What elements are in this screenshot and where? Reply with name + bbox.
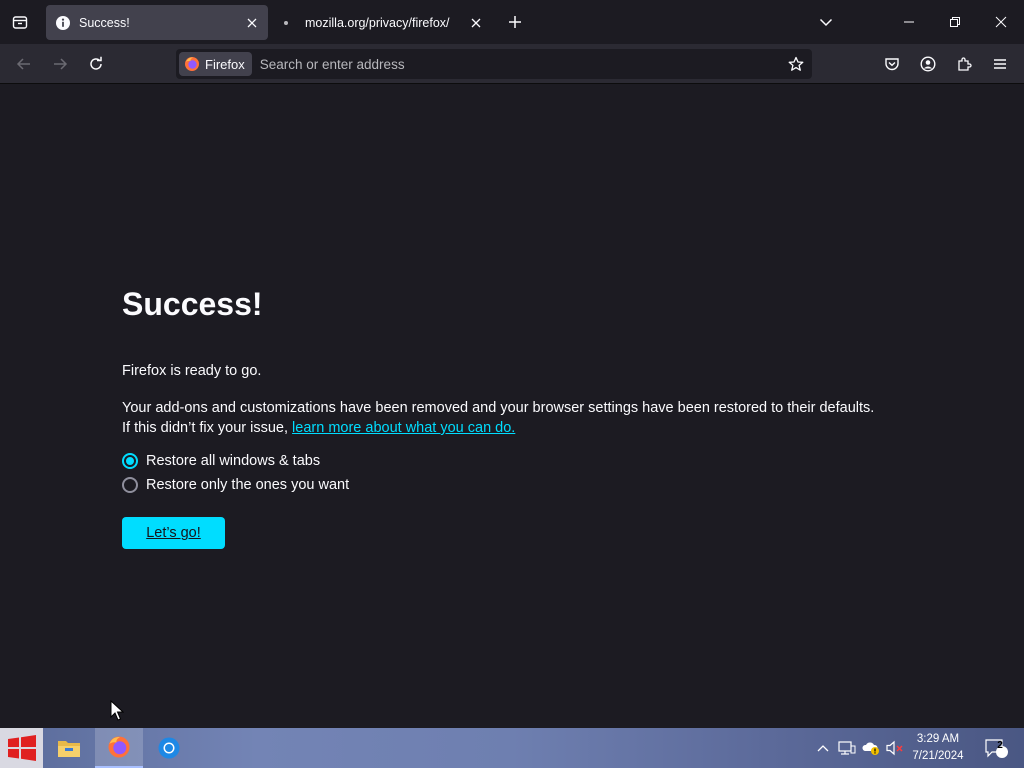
forward-button[interactable] bbox=[46, 50, 74, 78]
cloud-warning-icon bbox=[862, 742, 879, 755]
close-icon bbox=[995, 16, 1007, 28]
lets-go-label: Let’s go! bbox=[146, 525, 201, 541]
tab-strip: Success! mozilla.org/privacy/firefox/ bbox=[0, 0, 1024, 44]
firefox-taskbar-button[interactable] bbox=[95, 728, 143, 768]
chrome-icon bbox=[158, 737, 180, 759]
radio-button-unchecked[interactable] bbox=[122, 477, 138, 493]
reload-icon bbox=[90, 56, 102, 70]
firefox-logo-icon bbox=[185, 57, 199, 71]
onedrive-button[interactable] bbox=[860, 728, 882, 768]
close-window-button[interactable] bbox=[978, 6, 1024, 38]
speaker-muted-icon bbox=[886, 740, 903, 756]
extensions-button[interactable] bbox=[950, 50, 978, 78]
firefox-icon bbox=[108, 736, 130, 758]
clock-time: 3:29 AM bbox=[916, 733, 960, 745]
lets-go-button[interactable]: Let’s go! bbox=[122, 517, 225, 549]
restore-some-option[interactable]: Restore only the ones you want bbox=[122, 477, 349, 493]
identity-label: Firefox bbox=[205, 56, 245, 72]
address-bar[interactable]: Firefox Search or enter address bbox=[176, 49, 812, 79]
account-icon bbox=[920, 56, 936, 72]
restore-some-label: Restore only the ones you want bbox=[146, 477, 350, 493]
file-explorer-button[interactable] bbox=[45, 728, 93, 768]
taskbar: 3:29 AM 7/21/2024 2 bbox=[0, 728, 1024, 768]
restore-button[interactable] bbox=[932, 6, 978, 38]
close-icon bbox=[247, 18, 257, 27]
network-button[interactable] bbox=[836, 728, 858, 768]
notification-center-button[interactable]: 2 bbox=[978, 728, 1014, 768]
minimize-icon bbox=[904, 21, 914, 23]
radio-button-checked[interactable] bbox=[122, 453, 138, 469]
bookmark-button[interactable] bbox=[782, 50, 810, 78]
hamburger-menu-icon bbox=[994, 59, 1006, 69]
chevron-up-icon bbox=[817, 745, 829, 752]
close-icon bbox=[471, 18, 481, 27]
fix-text: If this didn’t fix your issue, bbox=[122, 420, 293, 436]
puzzle-icon bbox=[958, 57, 972, 71]
pocket-icon bbox=[885, 58, 899, 71]
chrome-taskbar-button[interactable] bbox=[145, 728, 193, 768]
menu-button[interactable] bbox=[986, 50, 1014, 78]
restore-all-option[interactable]: Restore all windows & tabs bbox=[122, 453, 320, 469]
start-button[interactable] bbox=[0, 728, 43, 768]
clock-date: 7/21/2024 bbox=[912, 750, 964, 762]
ready-text: Firefox is ready to go. bbox=[122, 363, 262, 379]
tab-title: Success! bbox=[79, 15, 130, 30]
tab-title: mozilla.org/privacy/firefox/ bbox=[305, 15, 450, 30]
learn-more-link[interactable]: learn more about what you can do. bbox=[292, 420, 515, 436]
restore-icon bbox=[950, 17, 960, 27]
network-icon bbox=[838, 741, 856, 755]
reload-button[interactable] bbox=[82, 50, 110, 78]
arrow-left-icon bbox=[16, 58, 30, 70]
windows-logo-icon bbox=[7, 735, 36, 761]
url-input[interactable]: Search or enter address bbox=[260, 57, 782, 72]
back-button[interactable] bbox=[10, 50, 38, 78]
close-tab-button[interactable] bbox=[240, 11, 264, 35]
arrow-right-icon bbox=[54, 58, 68, 70]
clock[interactable]: 3:29 AM 7/21/2024 bbox=[906, 731, 970, 765]
page-title: Success! bbox=[122, 286, 263, 322]
tab-privacy[interactable]: mozilla.org/privacy/firefox/ bbox=[272, 5, 492, 40]
firefox-view-icon bbox=[12, 16, 28, 29]
notification-count: 2 bbox=[997, 740, 1003, 751]
pocket-button[interactable] bbox=[878, 50, 906, 78]
info-icon bbox=[55, 15, 71, 31]
close-tab-button[interactable] bbox=[464, 11, 488, 35]
page-content: Success! Firefox is ready to go. Your ad… bbox=[0, 84, 1024, 728]
list-all-tabs-button[interactable] bbox=[812, 9, 840, 35]
minimize-button[interactable] bbox=[886, 6, 932, 38]
firefox-view-button[interactable] bbox=[6, 8, 34, 36]
navigation-toolbar: Firefox Search or enter address bbox=[0, 44, 1024, 84]
info-paragraph: Your add-ons and customizations have bee… bbox=[122, 398, 922, 438]
account-button[interactable] bbox=[914, 50, 942, 78]
restore-all-label: Restore all windows & tabs bbox=[146, 453, 321, 469]
file-explorer-icon bbox=[58, 741, 80, 757]
mouse-cursor-icon bbox=[110, 700, 124, 721]
dot-icon bbox=[281, 15, 297, 31]
plus-icon bbox=[509, 16, 521, 28]
tab-success[interactable]: Success! bbox=[46, 5, 268, 40]
show-hidden-icons-button[interactable] bbox=[812, 728, 834, 768]
star-icon bbox=[788, 56, 804, 71]
new-tab-button[interactable] bbox=[502, 9, 528, 35]
volume-button[interactable] bbox=[884, 728, 906, 768]
chevron-down-icon bbox=[819, 18, 833, 27]
identity-box[interactable]: Firefox bbox=[179, 52, 252, 76]
info-text: Your add-ons and customizations have bee… bbox=[122, 400, 875, 416]
